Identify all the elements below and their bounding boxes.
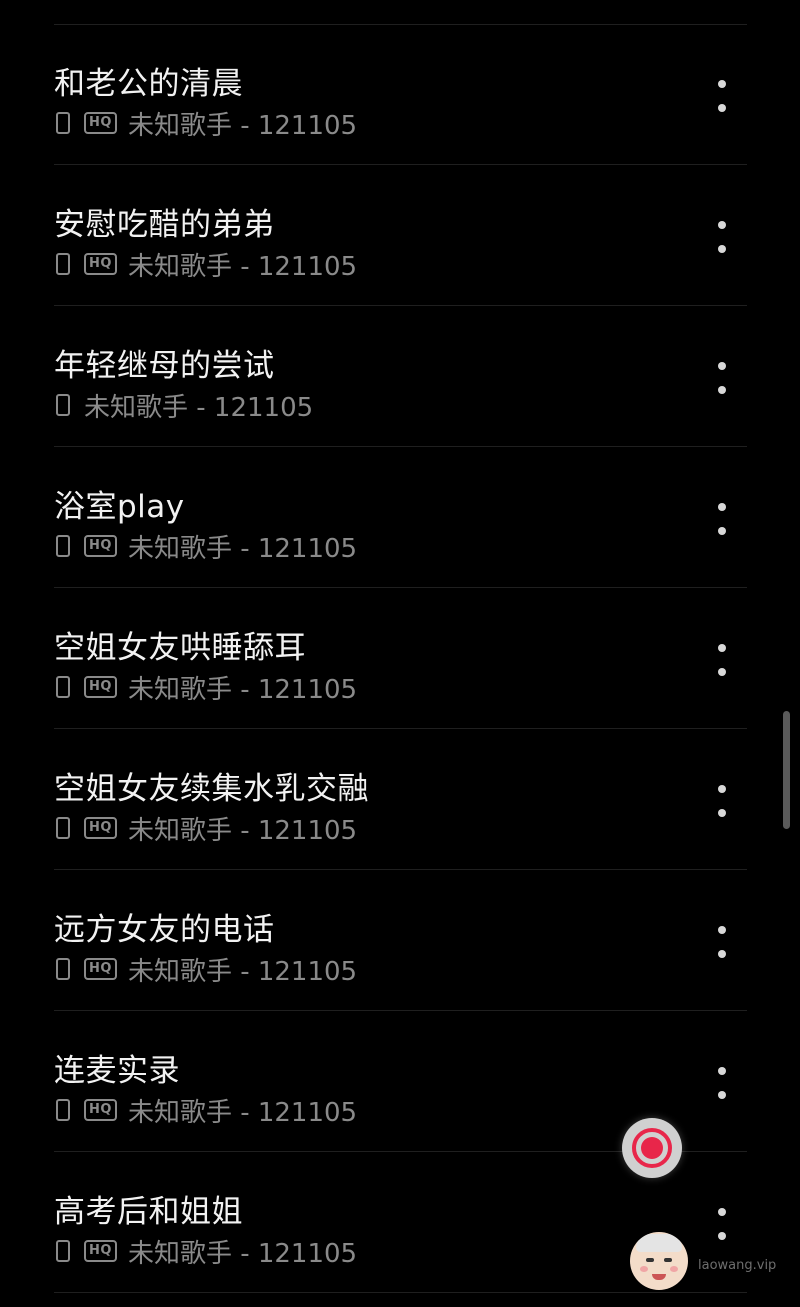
more-vertical-icon[interactable]	[712, 642, 732, 682]
hq-icon: HQ	[84, 535, 117, 557]
song-subtitle: 未知歌手 - 121105	[127, 815, 358, 846]
song-title: 空姐女友哄睡舔耳	[54, 630, 306, 666]
hq-icon: HQ	[84, 112, 117, 134]
song-subtitle: 未知歌手 - 121105	[127, 251, 358, 282]
song-subtitle: 未知歌手 - 121105	[127, 956, 358, 987]
song-title: 远方女友的电话	[54, 912, 275, 948]
song-meta: 未知歌手 - 121105	[56, 390, 313, 423]
hq-icon: HQ	[84, 676, 117, 698]
more-vertical-icon[interactable]	[712, 1065, 732, 1105]
song-row[interactable]: 和老公的清晨 HQ 未知歌手 - 121105	[54, 24, 747, 165]
song-subtitle: 未知歌手 - 121105	[127, 533, 358, 564]
phone-icon	[56, 1240, 70, 1262]
song-row[interactable]: 空姐女友哄睡舔耳 HQ 未知歌手 - 121105	[54, 588, 747, 729]
song-row[interactable]: 年轻继母的尝试 未知歌手 - 121105	[54, 306, 747, 447]
hq-icon: HQ	[84, 1240, 117, 1262]
phone-icon	[56, 1099, 70, 1121]
song-title: 年轻继母的尝试	[54, 348, 275, 384]
watermark-text: laowang.vip	[698, 1257, 777, 1273]
hq-icon: HQ	[84, 253, 117, 275]
song-meta: HQ 未知歌手 - 121105	[56, 672, 357, 705]
song-row[interactable]: 空姐女友续集水乳交融 HQ 未知歌手 - 121105	[54, 729, 747, 870]
song-list: 和老公的清晨 HQ 未知歌手 - 121105 安慰吃醋的弟弟 HQ 未知歌手 …	[0, 24, 800, 1293]
more-vertical-icon[interactable]	[712, 219, 732, 259]
song-title: 空姐女友续集水乳交融	[54, 771, 369, 807]
song-title: 浴室play	[54, 489, 185, 525]
song-title: 高考后和姐姐	[54, 1194, 243, 1230]
song-title: 和老公的清晨	[54, 66, 243, 102]
song-subtitle: 未知歌手 - 121105	[84, 392, 314, 423]
scrollbar-thumb[interactable]	[783, 711, 790, 829]
phone-icon	[56, 958, 70, 980]
song-meta: HQ 未知歌手 - 121105	[56, 1236, 357, 1269]
song-title: 安慰吃醋的弟弟	[54, 207, 275, 243]
more-vertical-icon[interactable]	[712, 78, 732, 118]
phone-icon	[56, 817, 70, 839]
more-vertical-icon[interactable]	[712, 924, 732, 964]
song-meta: HQ 未知歌手 - 121105	[56, 249, 357, 282]
song-meta: HQ 未知歌手 - 121105	[56, 108, 357, 141]
song-meta: HQ 未知歌手 - 121105	[56, 813, 357, 846]
song-title: 连麦实录	[54, 1053, 180, 1089]
record-button[interactable]	[622, 1118, 682, 1178]
song-subtitle: 未知歌手 - 121105	[127, 110, 358, 141]
phone-icon	[56, 253, 70, 275]
song-meta: HQ 未知歌手 - 121105	[56, 954, 357, 987]
watermark: laowang.vip	[630, 1232, 776, 1290]
more-vertical-icon[interactable]	[712, 501, 732, 541]
song-subtitle: 未知歌手 - 121105	[127, 1238, 358, 1269]
hq-icon: HQ	[84, 817, 117, 839]
song-subtitle: 未知歌手 - 121105	[127, 674, 358, 705]
record-icon	[632, 1128, 672, 1168]
phone-icon	[56, 676, 70, 698]
song-row[interactable]: 远方女友的电话 HQ 未知歌手 - 121105	[54, 870, 747, 1011]
phone-icon	[56, 112, 70, 134]
old-man-face-icon	[630, 1232, 688, 1290]
song-row[interactable]: 浴室play HQ 未知歌手 - 121105	[54, 447, 747, 588]
hq-icon: HQ	[84, 958, 117, 980]
more-vertical-icon[interactable]	[712, 360, 732, 400]
hq-icon: HQ	[84, 1099, 117, 1121]
phone-icon	[56, 535, 70, 557]
song-row[interactable]: 安慰吃醋的弟弟 HQ 未知歌手 - 121105	[54, 165, 747, 306]
song-meta: HQ 未知歌手 - 121105	[56, 1095, 357, 1128]
phone-icon	[56, 394, 70, 416]
more-vertical-icon[interactable]	[712, 783, 732, 823]
song-subtitle: 未知歌手 - 121105	[127, 1097, 358, 1128]
song-meta: HQ 未知歌手 - 121105	[56, 531, 357, 564]
